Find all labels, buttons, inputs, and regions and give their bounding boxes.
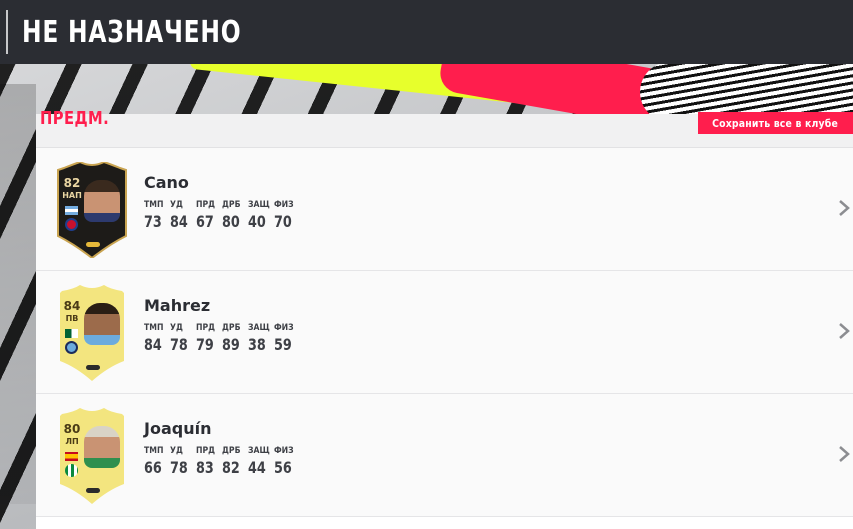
stat-label: ЗАЩ bbox=[248, 446, 270, 456]
boot-icon bbox=[86, 242, 100, 247]
stat-dribbling: ДРБ 80 bbox=[222, 200, 248, 231]
card-position: ЛП bbox=[65, 437, 79, 446]
stat-label: ДРБ bbox=[222, 446, 241, 456]
stat-label: ПРД bbox=[196, 200, 216, 210]
store-all-label: Сохранить все в клубе bbox=[712, 116, 839, 130]
player-row[interactable]: 84 ПВ Mahrez ТМП 84 УД 78 ПРД 79 ДРБ 89 ЗАЩ 3… bbox=[36, 271, 853, 394]
stat-value: 56 bbox=[274, 458, 292, 477]
stat-value: 38 bbox=[248, 335, 266, 354]
nation-flag-icon bbox=[65, 452, 78, 461]
stat-shooting: УД 84 bbox=[170, 200, 196, 231]
unassigned-items-panel: ПРЕДМ. Сохранить все в клубе 82 НАП Cano… bbox=[36, 108, 853, 529]
stat-value: 59 bbox=[274, 335, 292, 354]
stat-value: 84 bbox=[144, 335, 162, 354]
stat-label: ПРД bbox=[196, 446, 216, 456]
stat-passing: ПРД 83 bbox=[196, 446, 222, 477]
header-accent-bar bbox=[6, 10, 8, 54]
stat-value: 83 bbox=[196, 458, 214, 477]
stat-value: 40 bbox=[248, 212, 266, 231]
chevron-right-icon[interactable] bbox=[837, 444, 851, 464]
stat-label: ФИЗ bbox=[274, 200, 294, 210]
chevron-right-icon[interactable] bbox=[837, 198, 851, 218]
stat-value: 78 bbox=[170, 458, 188, 477]
panel-header: ПРЕДМ. Сохранить все в клубе bbox=[36, 108, 853, 148]
stat-shooting: УД 78 bbox=[170, 323, 196, 354]
stat-label: ПРД bbox=[196, 323, 216, 333]
stat-defending: ЗАЩ 38 bbox=[248, 323, 274, 354]
stat-physical: ФИЗ 59 bbox=[274, 323, 300, 354]
stat-value: 73 bbox=[144, 212, 162, 231]
stat-label: ДРБ bbox=[222, 200, 241, 210]
stat-label: УД bbox=[170, 200, 183, 210]
stat-shooting: УД 78 bbox=[170, 446, 196, 477]
stat-label: ДРБ bbox=[222, 323, 241, 333]
player-stats: ТМП 66 УД 78 ПРД 83 ДРБ 82 ЗАЩ 44 ФИЗ 56 bbox=[144, 446, 300, 477]
page-header: НЕ НАЗНАЧЕНО bbox=[0, 0, 853, 64]
section-title: ПРЕДМ. bbox=[40, 108, 110, 129]
stat-defending: ЗАЩ 40 bbox=[248, 200, 274, 231]
chevron-right-icon[interactable] bbox=[837, 321, 851, 341]
player-card: 82 НАП bbox=[54, 162, 130, 258]
stat-label: ФИЗ bbox=[274, 323, 294, 333]
player-card: 80 ЛП bbox=[54, 408, 130, 504]
boot-icon bbox=[86, 488, 100, 493]
stat-label: ЗАЩ bbox=[248, 323, 270, 333]
stat-label: ФИЗ bbox=[274, 446, 294, 456]
stat-value: 44 bbox=[248, 458, 266, 477]
boot-icon bbox=[86, 365, 100, 370]
club-badge-icon bbox=[65, 218, 78, 231]
player-row[interactable]: 80 ЛП Joaquín ТМП 66 УД 78 ПРД 83 ДРБ 82 ЗАЩ… bbox=[36, 394, 853, 517]
stat-pace: ТМП 84 bbox=[144, 323, 170, 354]
stat-label: ТМП bbox=[144, 200, 164, 210]
background-left-shade bbox=[0, 84, 36, 504]
stat-value: 89 bbox=[222, 335, 240, 354]
card-rating: 82 bbox=[63, 176, 81, 190]
club-badge-icon bbox=[65, 464, 78, 477]
player-name: Mahrez bbox=[144, 296, 211, 315]
card-position: ПВ bbox=[65, 314, 79, 323]
stat-passing: ПРД 79 bbox=[196, 323, 222, 354]
stat-dribbling: ДРБ 82 bbox=[222, 446, 248, 477]
stat-passing: ПРД 67 bbox=[196, 200, 222, 231]
player-portrait bbox=[84, 426, 120, 468]
player-name: Cano bbox=[144, 173, 189, 192]
stat-value: 82 bbox=[222, 458, 240, 477]
player-card: 84 ПВ bbox=[54, 285, 130, 381]
stat-value: 79 bbox=[196, 335, 214, 354]
player-portrait bbox=[84, 303, 120, 345]
stat-value: 67 bbox=[196, 212, 214, 231]
stat-pace: ТМП 66 bbox=[144, 446, 170, 477]
stat-label: УД bbox=[170, 323, 183, 333]
stat-label: УД bbox=[170, 446, 183, 456]
card-rating: 84 bbox=[63, 299, 81, 313]
stat-label: ЗАЩ bbox=[248, 200, 270, 210]
stat-label: ТМП bbox=[144, 446, 164, 456]
stat-physical: ФИЗ 56 bbox=[274, 446, 300, 477]
stat-value: 78 bbox=[170, 335, 188, 354]
player-portrait bbox=[84, 180, 120, 222]
stat-value: 80 bbox=[222, 212, 240, 231]
player-name: Joaquín bbox=[144, 419, 212, 438]
stat-dribbling: ДРБ 89 bbox=[222, 323, 248, 354]
nation-flag-icon bbox=[65, 329, 78, 338]
stat-value: 66 bbox=[144, 458, 162, 477]
player-row[interactable]: 82 НАП Cano ТМП 73 УД 84 ПРД 67 ДРБ 80 ЗАЩ 40… bbox=[36, 148, 853, 271]
card-position: НАП bbox=[62, 191, 82, 200]
club-badge-icon bbox=[65, 341, 78, 354]
stat-value: 70 bbox=[274, 212, 292, 231]
store-all-in-club-button[interactable]: Сохранить все в клубе bbox=[698, 112, 853, 134]
nation-flag-icon bbox=[65, 206, 78, 215]
stat-pace: ТМП 73 bbox=[144, 200, 170, 231]
player-stats: ТМП 84 УД 78 ПРД 79 ДРБ 89 ЗАЩ 38 ФИЗ 59 bbox=[144, 323, 300, 354]
stat-defending: ЗАЩ 44 bbox=[248, 446, 274, 477]
player-stats: ТМП 73 УД 84 ПРД 67 ДРБ 80 ЗАЩ 40 ФИЗ 70 bbox=[144, 200, 300, 231]
stat-value: 84 bbox=[170, 212, 188, 231]
page-title: НЕ НАЗНАЧЕНО bbox=[22, 14, 242, 50]
stat-physical: ФИЗ 70 bbox=[274, 200, 300, 231]
card-rating: 80 bbox=[63, 422, 81, 436]
stat-label: ТМП bbox=[144, 323, 164, 333]
